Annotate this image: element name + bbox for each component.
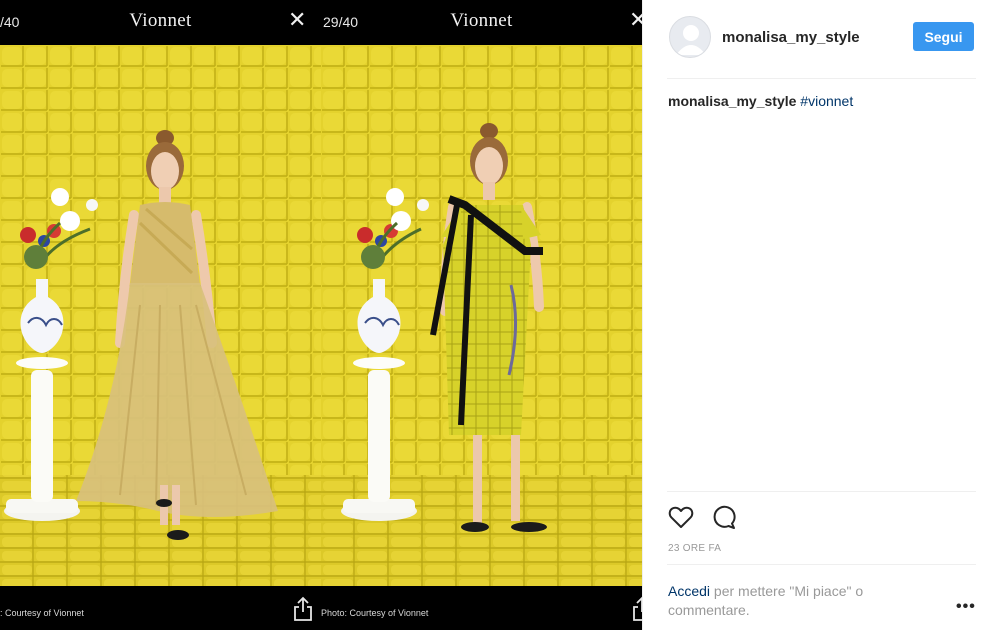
post-timestamp: 23 ORE FA (668, 543, 722, 554)
fashion-photo (0, 45, 321, 586)
login-prompt: Accedi per mettere "Mi piace" o commenta… (668, 582, 938, 620)
post-header: monalisa_my_style Segui (643, 0, 1000, 78)
follow-button[interactable]: Segui (913, 22, 974, 51)
login-link[interactable]: Accedi (668, 583, 710, 599)
caption-username[interactable]: monalisa_my_style (668, 93, 796, 109)
heart-icon[interactable] (667, 503, 695, 531)
more-options-icon[interactable]: ••• (956, 598, 976, 616)
close-icon[interactable]: ✕ (629, 10, 642, 32)
post-panel: monalisa_my_style Segui monalisa_my_styl… (642, 0, 1000, 630)
close-icon[interactable]: ✕ (288, 10, 306, 32)
post-username[interactable]: monalisa_my_style (722, 29, 860, 46)
photo-credit: : Courtesy of Vionnet (0, 608, 84, 618)
carousel-slide: /40 Vionnet ✕: Courtesy of Vionnet (0, 0, 321, 630)
comment-icon[interactable] (710, 503, 738, 531)
media-carousel[interactable]: /40 Vionnet ✕: Courtesy of Vionnet 29/4… (0, 0, 642, 630)
post-caption: monalisa_my_style #vionnet (668, 93, 853, 109)
avatar-placeholder-icon[interactable] (669, 16, 711, 58)
divider (667, 491, 976, 492)
fashion-photo (321, 45, 642, 586)
share-icon[interactable] (631, 596, 642, 622)
carousel-slide: 29/40 Vionnet ✕ Photo: Courtesy of Vionn… (321, 0, 642, 630)
divider (667, 78, 976, 79)
slide-brand-title: Vionnet (129, 10, 192, 31)
slide-brand-title: Vionnet (450, 10, 513, 31)
photo-credit: Photo: Courtesy of Vionnet (321, 608, 429, 618)
caption-hashtag[interactable]: #vionnet (800, 93, 853, 109)
share-icon[interactable] (292, 596, 314, 622)
divider (667, 564, 976, 565)
